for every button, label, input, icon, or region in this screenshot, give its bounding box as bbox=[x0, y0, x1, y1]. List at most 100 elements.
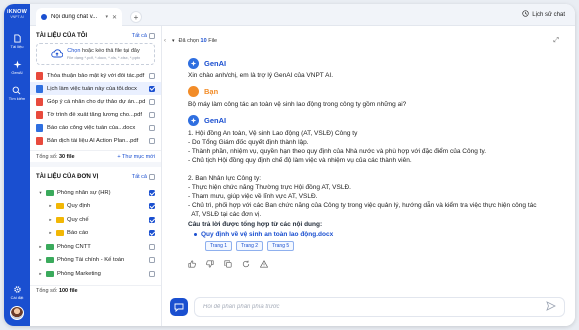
select-all-checkbox[interactable] bbox=[149, 174, 155, 180]
unit-docs-tree: ▾ Phòng nhân sự (HR) ▸ Quy định ▸ Quy ch… bbox=[30, 186, 161, 281]
page-chip[interactable]: Trang 1 bbox=[205, 241, 233, 251]
cloud-upload-icon bbox=[51, 48, 64, 60]
bot-avatar-icon bbox=[188, 57, 199, 69]
collapse-panel-icon[interactable]: ‹ bbox=[164, 38, 166, 44]
section-divider bbox=[30, 162, 161, 167]
my-docs-title: TÀI LIỆU CỦA TÔI bbox=[36, 33, 88, 39]
rail-item-genai[interactable]: GenAI bbox=[11, 59, 23, 75]
message-input[interactable] bbox=[203, 304, 546, 310]
answer-line: - Thành phần, nhiệm vụ, quyền hạn theo q… bbox=[188, 148, 487, 155]
file-checkbox[interactable] bbox=[149, 124, 155, 131]
left-rail: iKNOW VNPT AI Tài liệu GenAI Tìm kiếm Cà… bbox=[4, 4, 30, 326]
reference-document-link[interactable]: Quy định về vệ sinh an toàn lao động.doc… bbox=[194, 231, 557, 238]
chat-bubble-icon[interactable] bbox=[170, 298, 188, 316]
total-label: Tổng số: bbox=[36, 288, 58, 294]
upload-dropzone[interactable]: Chọn hoặc kéo thả file tại đây File dạng… bbox=[36, 43, 155, 65]
tree-node-label: Quy định bbox=[67, 203, 91, 210]
unit-docs-total: Tổng số: 100 file bbox=[36, 288, 78, 294]
user-avatar[interactable] bbox=[10, 306, 24, 320]
copy-icon[interactable] bbox=[224, 260, 232, 268]
list-item[interactable]: Lịch làm việc tuần này của tôi.docx bbox=[30, 82, 161, 95]
bot-avatar-icon bbox=[188, 114, 199, 126]
send-icon[interactable] bbox=[546, 301, 556, 313]
total-value: 30 file bbox=[58, 153, 75, 160]
file-checkbox[interactable] bbox=[149, 111, 155, 118]
new-folder-button[interactable]: + Thư mục mới bbox=[117, 154, 155, 160]
list-item[interactable]: Bản dịch tài liệu AI Action Plan...pdf bbox=[30, 134, 161, 147]
tree-node[interactable]: ▸ Báo cáo bbox=[30, 227, 161, 241]
tab-chat[interactable]: Nội dung chat v... ▾ ✕ bbox=[36, 8, 122, 26]
chevron-down-icon[interactable]: ▾ bbox=[105, 14, 108, 20]
select-all-label: Tất cả bbox=[131, 33, 147, 39]
selection-bar[interactable]: ▾ Đã chọn 10 File ⤢ bbox=[172, 35, 559, 47]
close-icon[interactable]: ✕ bbox=[112, 14, 117, 21]
thumbs-up-icon[interactable] bbox=[188, 260, 196, 268]
tree-node[interactable]: ▸ Quy chế bbox=[30, 213, 161, 227]
answer-line: - Tham mưu, giúp việc về lĩnh vực AT, VS… bbox=[188, 193, 318, 200]
list-item[interactable]: Báo cáo công việc tuần của...docx bbox=[30, 121, 161, 134]
tree-node[interactable]: ▾ Phòng nhân sự (HR) bbox=[30, 186, 161, 200]
chat-history-button[interactable]: Lịch sử chat bbox=[522, 10, 565, 19]
tree-node-label: Báo cáo bbox=[67, 230, 89, 237]
tree-node-checkbox[interactable] bbox=[149, 203, 155, 210]
chevron-right-icon[interactable]: ▸ bbox=[48, 230, 53, 236]
page-chip[interactable]: Trang 2 bbox=[236, 241, 264, 251]
chevron-right-icon[interactable]: ▸ bbox=[48, 203, 53, 209]
rail-item-search[interactable]: Tìm kiếm bbox=[9, 85, 25, 101]
chevron-right-icon[interactable]: ▸ bbox=[38, 257, 43, 263]
answer-line: - Do Tổng Giám đốc quyết định thành lập. bbox=[188, 139, 309, 146]
document-icon bbox=[12, 33, 23, 44]
expand-icon[interactable]: ⤢ bbox=[553, 37, 559, 45]
unit-docs-footer: Tổng số: 100 file bbox=[30, 284, 161, 297]
my-docs-select-all[interactable]: Tất cả bbox=[132, 33, 155, 39]
tree-node[interactable]: ▸ Phòng Marketing bbox=[30, 267, 161, 281]
message-actions bbox=[188, 260, 557, 268]
unit-docs-select-all[interactable]: Tất cả bbox=[132, 174, 155, 180]
chevron-right-icon[interactable]: ▸ bbox=[38, 244, 43, 250]
chat-thread: GenAI Xin chào anh/chị, em là trợ lý Gen… bbox=[188, 56, 557, 268]
refresh-icon[interactable] bbox=[242, 260, 250, 268]
folder-icon bbox=[56, 230, 64, 237]
chevron-right-icon[interactable]: ▸ bbox=[38, 271, 43, 277]
tree-node-checkbox[interactable] bbox=[149, 270, 155, 277]
file-checkbox[interactable] bbox=[149, 137, 155, 144]
docx-file-icon bbox=[36, 123, 43, 132]
tree-node[interactable]: ▸ Quy định bbox=[30, 200, 161, 214]
chevron-right-icon[interactable]: ▸ bbox=[48, 217, 53, 223]
rail-item-settings[interactable]: Cài đặt bbox=[11, 284, 23, 300]
chevron-down-icon[interactable]: ▾ bbox=[38, 190, 43, 196]
page-chip[interactable]: Trang 5 bbox=[267, 241, 295, 251]
chevron-down-icon[interactable]: ▾ bbox=[172, 38, 175, 44]
pdf-file-icon bbox=[36, 136, 43, 145]
tree-node[interactable]: ▸ Phòng Tài chính - Kế toán bbox=[30, 254, 161, 268]
file-name: Báo cáo công việc tuần của...docx bbox=[47, 124, 136, 131]
rail-item-label: Tài liệu bbox=[10, 44, 24, 49]
select-all-checkbox[interactable] bbox=[149, 33, 155, 39]
tree-node-checkbox[interactable] bbox=[149, 257, 155, 264]
chat-tab-icon bbox=[41, 14, 47, 20]
tree-node-checkbox[interactable] bbox=[149, 230, 155, 237]
tree-node-checkbox[interactable] bbox=[149, 189, 155, 196]
file-name: Bản dịch tài liệu AI Action Plan...pdf bbox=[47, 137, 139, 144]
select-all-label: Tất cả bbox=[131, 174, 147, 180]
tree-node-checkbox[interactable] bbox=[149, 243, 155, 250]
pdf-file-icon bbox=[36, 71, 43, 80]
list-item[interactable]: Góp ý cá nhân cho dự thảo dự án...pdf bbox=[30, 95, 161, 108]
upload-choose-link[interactable]: Chọn bbox=[67, 48, 80, 54]
warning-icon[interactable] bbox=[260, 260, 268, 268]
list-item[interactable]: Tờ trình đề xuất tăng lương cho...pdf bbox=[30, 108, 161, 121]
selection-count: 10 bbox=[200, 38, 207, 44]
tree-node-checkbox[interactable] bbox=[149, 216, 155, 223]
tree-node[interactable]: ▸ Phòng CNTT bbox=[30, 240, 161, 254]
file-checkbox[interactable] bbox=[149, 98, 155, 105]
user-name: Bạn bbox=[204, 87, 219, 96]
file-checkbox[interactable] bbox=[149, 85, 155, 92]
thumbs-down-icon[interactable] bbox=[206, 260, 214, 268]
list-item[interactable]: Thỏa thuận bảo mật ký với đối tác.pdf bbox=[30, 69, 161, 82]
message-input-box[interactable] bbox=[194, 297, 565, 317]
file-checkbox[interactable] bbox=[149, 72, 155, 79]
selection-text: Đã chọn 10 File bbox=[179, 38, 218, 44]
answer-line: - Chủ tịch Hội đồng quy định chế độ làm … bbox=[188, 157, 412, 164]
new-tab-button[interactable]: + bbox=[130, 11, 142, 23]
rail-item-documents[interactable]: Tài liệu bbox=[10, 33, 24, 49]
